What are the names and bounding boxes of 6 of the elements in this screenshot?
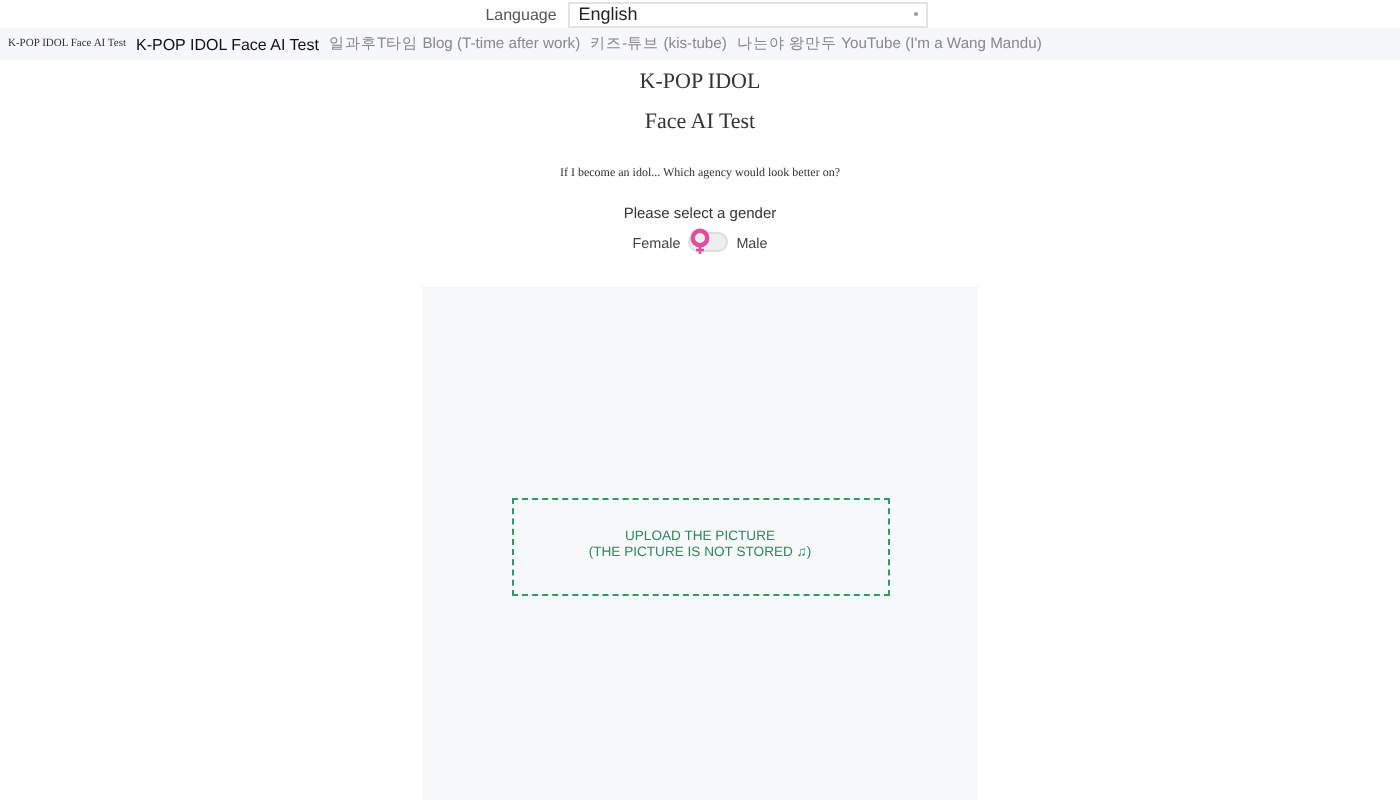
page-title: K-POP IDOL: [637, 68, 763, 98]
page-title: Face AI Test: [642, 108, 758, 138]
language-label: Language: [485, 5, 557, 23]
nav-link[interactable]: K-POP IDOL Face AI Test: [136, 35, 319, 53]
language-select[interactable]: English: [568, 1, 929, 27]
gender-toggle[interactable]: [688, 232, 729, 252]
